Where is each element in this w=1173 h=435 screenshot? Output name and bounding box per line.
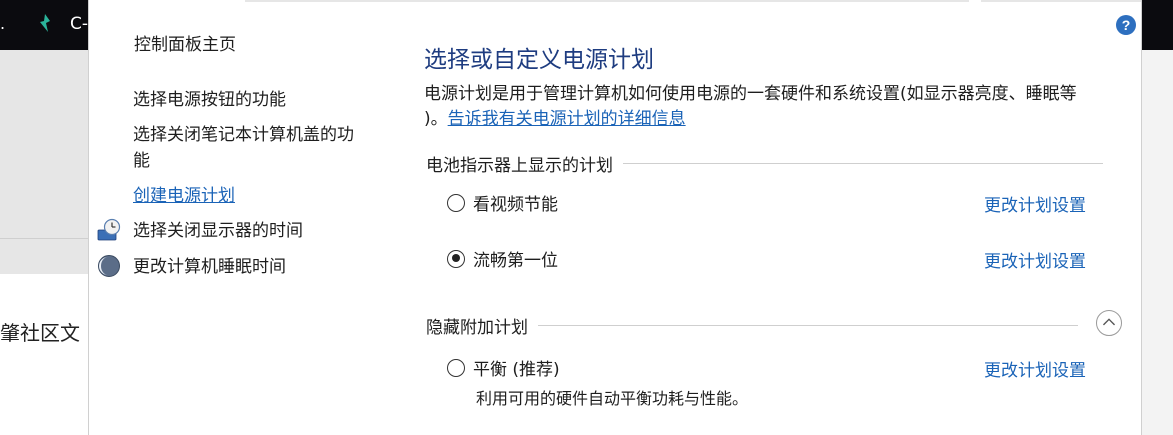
learn-more-link[interactable]: 告诉我有关电源计划的详细信息 — [448, 109, 686, 129]
section-divider — [623, 163, 1103, 164]
sidebar-item-power-button[interactable]: 选择电源按钮的功能 — [133, 87, 286, 113]
moon-icon — [98, 255, 120, 277]
change-plan-settings-link[interactable]: 更改计划设置 — [984, 247, 1086, 272]
plan-radio[interactable] — [447, 358, 465, 377]
search-bar-edge — [981, 0, 1141, 2]
background-page-text: 肇社区文 — [0, 321, 80, 345]
plan-name: 看视频节能 — [473, 195, 558, 215]
sidebar-item-lid-close[interactable]: 选择关闭笔记本计算机盖的功 能 — [133, 122, 354, 174]
plan-option-balanced[interactable]: 平衡 (推荐) — [447, 355, 560, 380]
plan-radio-selected[interactable] — [447, 249, 465, 268]
sidebar-item-sleep-time[interactable]: 更改计算机睡眠时间 — [133, 254, 286, 280]
address-bar-edge — [245, 0, 969, 2]
sidebar-item-display-off[interactable]: 选择关闭显示器的时间 — [133, 218, 303, 244]
plan-radio[interactable] — [447, 193, 465, 212]
section-title: 隐藏附加计划 — [426, 318, 528, 338]
sidebar-home-link[interactable]: 控制面板主页 — [134, 32, 236, 58]
change-plan-settings-link[interactable]: 更改计划设置 — [984, 191, 1086, 216]
sidebar-item-create-plan[interactable]: 创建电源计划 — [133, 183, 235, 209]
page-description: 电源计划是用于管理计算机如何使用电源的一套硬件和系统设置(如显示器亮度、睡眠等 … — [424, 82, 1124, 132]
app-logo-icon — [40, 14, 50, 32]
plan-description: 利用可用的硬件自动平衡功耗与性能。 — [476, 389, 749, 408]
collapse-chevron-up-icon[interactable] — [1096, 310, 1122, 336]
background-right-dark — [1140, 0, 1173, 50]
page-title: 选择或自定义电源计划 — [424, 47, 654, 73]
plan-option-smooth-first[interactable]: 流畅第一位 — [447, 246, 558, 271]
section-divider — [538, 325, 1078, 326]
hidden-plans-header: 隐藏附加计划 — [426, 313, 1078, 338]
power-options-window: ? 控制面板主页 选择电源按钮的功能 选择关闭笔记本计算机盖的功 能 创建电源计… — [88, 0, 1142, 435]
section-title: 电池指示器上显示的计划 — [426, 156, 613, 176]
plan-option-video-saver[interactable]: 看视频节能 — [447, 190, 558, 215]
background-text-dot: . — [0, 14, 6, 33]
description-line: 电源计划是用于管理计算机如何使用电源的一套硬件和系统设置(如显示器亮度、睡眠等 — [424, 84, 1077, 104]
description-line-2: )。告诉我有关电源计划的详细信息 — [424, 107, 1124, 132]
background-divider — [0, 238, 88, 239]
description-suffix: )。 — [424, 109, 448, 129]
background-app-panel — [0, 50, 88, 274]
plan-name: 流畅第一位 — [473, 251, 558, 271]
change-plan-settings-link[interactable]: 更改计划设置 — [984, 356, 1086, 381]
help-button[interactable]: ? — [1116, 15, 1136, 35]
background-window-title: C- — [70, 14, 89, 34]
battery-plans-header: 电池指示器上显示的计划 — [426, 151, 1103, 176]
plan-name: 平衡 (推荐) — [473, 360, 560, 380]
sidebar-item-label: 选择关闭笔记本计算机盖的功 — [133, 125, 354, 145]
display-clock-icon — [97, 218, 121, 241]
background-right-panel — [1140, 50, 1173, 435]
sidebar-item-label-continued: 能 — [133, 151, 150, 171]
